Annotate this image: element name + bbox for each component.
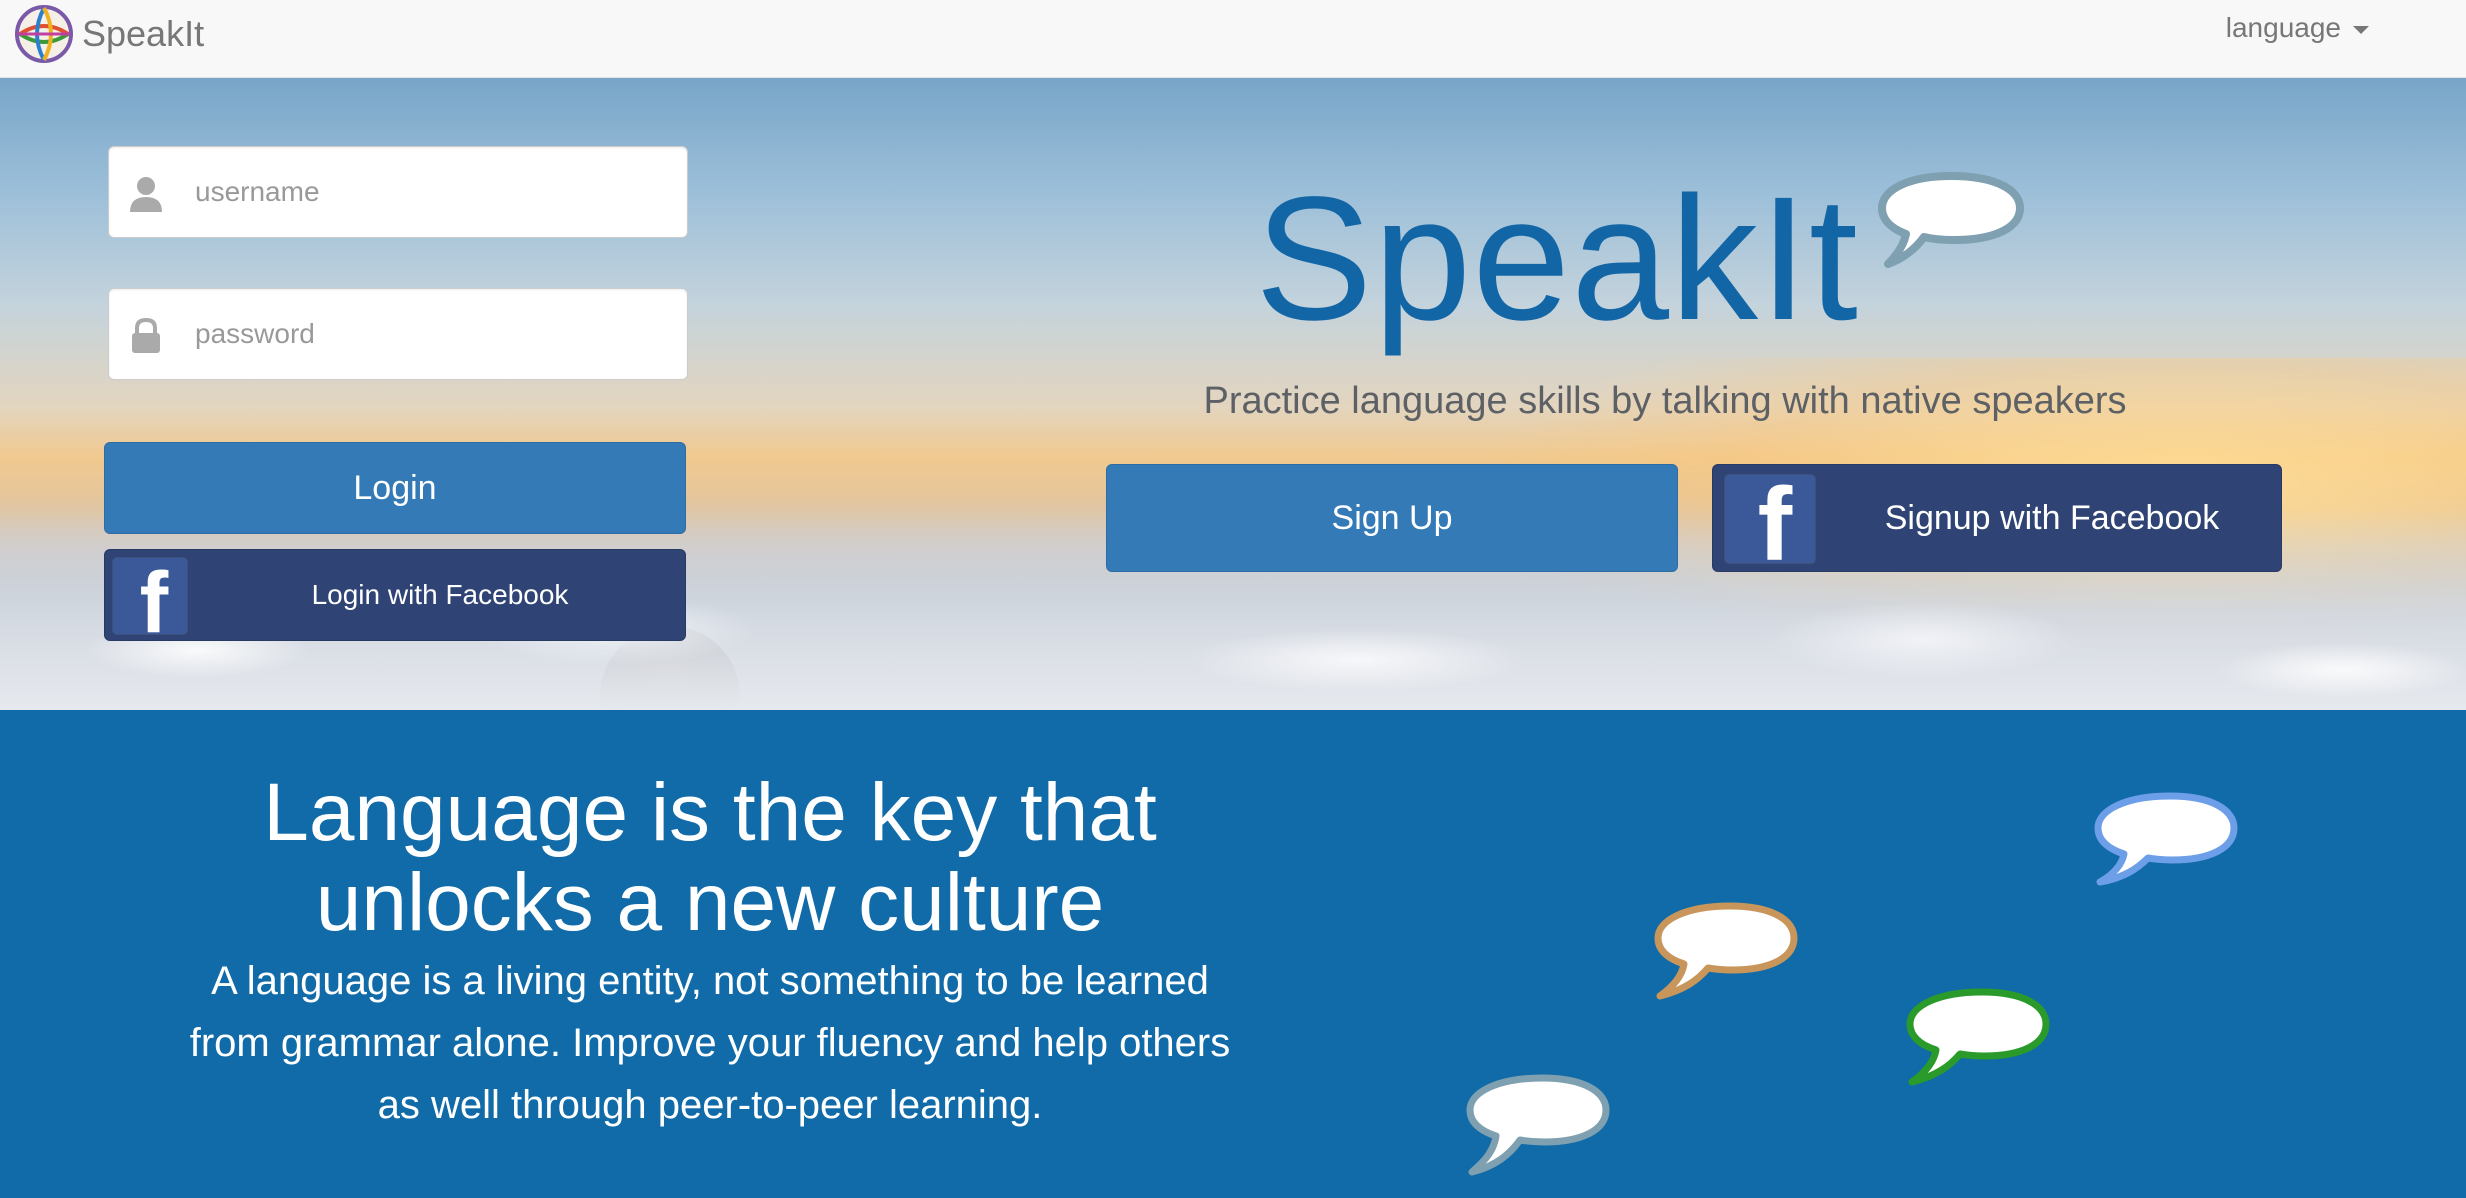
lower-body-text: A language is a living entity, not somet…: [189, 959, 1231, 1127]
speech-bubble-icon: [1878, 172, 2024, 268]
sign-up-button[interactable]: Sign Up: [1106, 464, 1678, 572]
lock-icon: [132, 317, 160, 353]
username-field[interactable]: [108, 146, 688, 238]
login-with-facebook-button[interactable]: f Login with Facebook: [104, 549, 686, 641]
lower-heading: Language is the key that unlocks a new c…: [140, 768, 1280, 948]
login-button-label: Login: [353, 468, 437, 507]
speech-bubble-icon: [1466, 1074, 1610, 1176]
facebook-icon: f: [113, 558, 187, 634]
sign-up-button-label: Sign Up: [1331, 498, 1453, 537]
password-input[interactable]: [193, 317, 677, 351]
language-dropdown[interactable]: language: [2226, 10, 2369, 46]
username-input[interactable]: [193, 175, 677, 209]
signup-with-facebook-label: Signup with Facebook: [1884, 498, 2220, 537]
brand-link[interactable]: SpeakIt: [14, 4, 204, 64]
language-dropdown-label: language: [2225, 12, 2341, 43]
speech-bubble-icon: [2094, 792, 2238, 886]
hero-title: SpeakIt: [1255, 161, 1859, 357]
speech-bubble-icon: [1906, 988, 2050, 1086]
login-with-facebook-label: Login with Facebook: [311, 579, 569, 610]
facebook-icon: f: [1725, 475, 1815, 563]
brand-name: SpeakIt: [82, 13, 205, 54]
lower-heading-line1: Language is the key that: [263, 767, 1157, 858]
lower-heading-line2: unlocks a new culture: [315, 857, 1105, 948]
caret-down-icon: [2353, 26, 2369, 34]
login-button[interactable]: Login: [104, 442, 686, 534]
signup-with-facebook-button[interactable]: f Signup with Facebook: [1712, 464, 2282, 572]
hero-tagline: Practice language skills by talking with…: [1203, 380, 2127, 422]
speech-bubble-icon: [1654, 902, 1798, 1000]
top-navbar: SpeakIt language: [0, 0, 2466, 78]
user-icon: [130, 177, 162, 212]
hero-section: Login f Login with Facebook SpeakIt Prac…: [0, 78, 2466, 710]
password-field[interactable]: [108, 288, 688, 380]
globe-logo-icon: [15, 5, 73, 63]
